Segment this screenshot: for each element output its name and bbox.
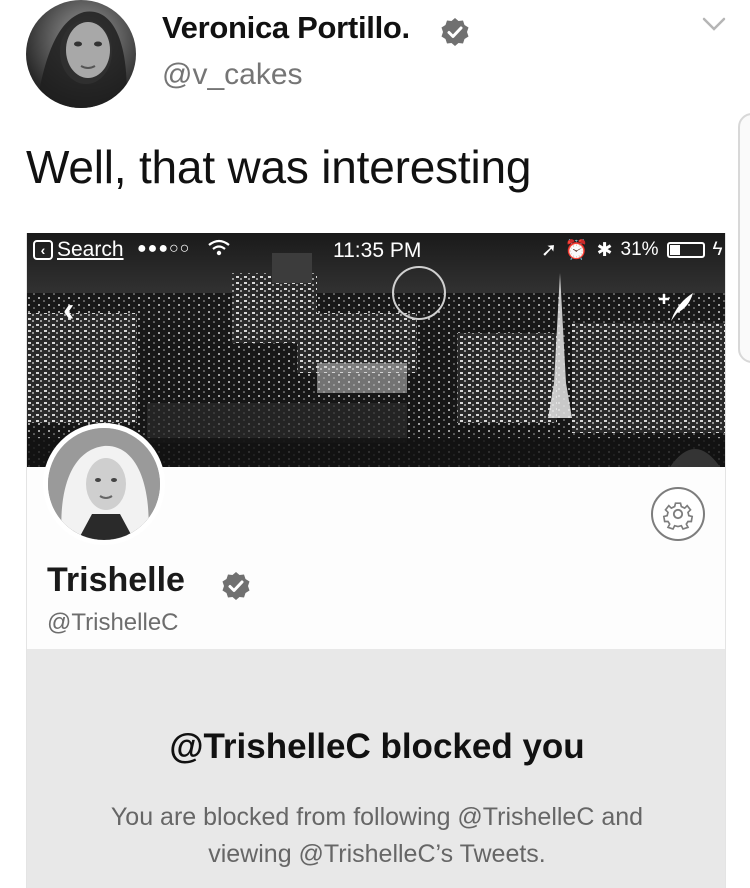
compose-tweet-icon[interactable] bbox=[655, 287, 697, 323]
bluetooth-icon: ✱ bbox=[596, 239, 613, 261]
back-arrow-icon: ‹ bbox=[33, 240, 53, 260]
chevron-left-icon[interactable]: ‹ bbox=[63, 291, 74, 330]
ios-status-bar: ‹ Search ●●●○○ 11:35 PM ➚ ⏰ ✱ 31% ϟ bbox=[27, 233, 725, 267]
blocked-notice: @TrishelleC blocked you You are blocked … bbox=[27, 649, 725, 888]
location-arrow-icon: ➚ bbox=[541, 239, 557, 261]
status-time: 11:35 PM bbox=[333, 239, 422, 262]
back-to-app[interactable]: ‹ Search bbox=[33, 238, 124, 262]
profile-handle: @TrishelleC bbox=[47, 609, 179, 636]
battery-icon bbox=[666, 242, 705, 258]
verified-badge-icon bbox=[441, 18, 469, 46]
adjacent-card-edge bbox=[738, 113, 750, 363]
author-handle[interactable]: @v_cakes bbox=[162, 58, 303, 92]
chevron-down-icon[interactable] bbox=[700, 14, 728, 34]
battery-percent: 31% bbox=[620, 239, 659, 260]
author-avatar[interactable] bbox=[26, 0, 136, 108]
profile-avatar[interactable] bbox=[43, 423, 165, 545]
alarm-icon: ⏰ bbox=[564, 240, 589, 261]
embedded-screenshot[interactable]: ‹ Search ●●●○○ 11:35 PM ➚ ⏰ ✱ 31% ϟ ‹ Tr… bbox=[26, 233, 726, 888]
signal-strength-icon: ●●●○○ bbox=[137, 240, 191, 257]
blocked-title: @TrishelleC blocked you bbox=[169, 727, 585, 766]
profile-name: Trishelle bbox=[47, 561, 185, 599]
gear-icon bbox=[662, 502, 694, 531]
battery-fill bbox=[669, 245, 680, 255]
author-name[interactable]: Veronica Portillo. bbox=[162, 10, 410, 46]
blocked-message: You are blocked from following @Trishell… bbox=[110, 803, 644, 868]
verified-badge-icon bbox=[222, 572, 250, 600]
tweet-text: Well, that was interesting bbox=[26, 141, 532, 193]
wifi-icon bbox=[207, 238, 231, 264]
settings-button[interactable] bbox=[651, 487, 705, 541]
charging-bolt-icon: ϟ bbox=[712, 239, 723, 260]
status-right-group: ➚ ⏰ ✱ 31% ϟ bbox=[541, 238, 723, 262]
back-app-label: Search bbox=[57, 238, 124, 261]
